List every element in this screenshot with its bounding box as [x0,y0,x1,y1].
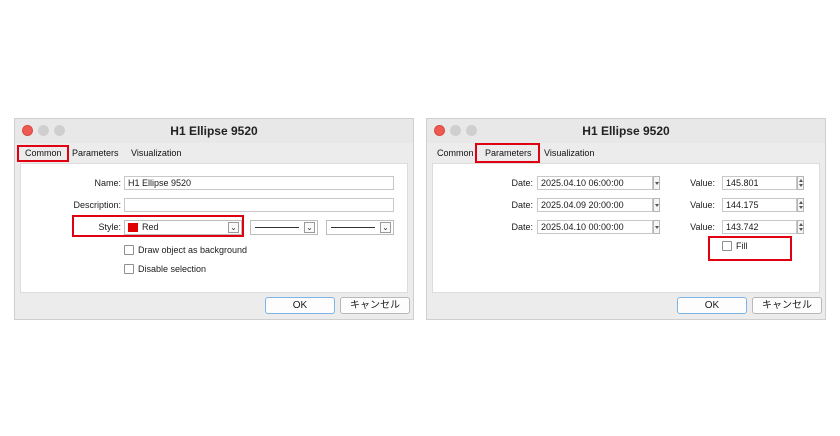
draw-background-label: Draw object as background [138,245,248,255]
common-dialog: H1 Ellipse 9520 Common Parameters Visual… [14,118,414,320]
fill-checkbox[interactable] [722,241,732,251]
date-dropdown-1[interactable] [653,176,660,190]
chevron-down-icon: ⌄ [304,222,315,233]
chevron-down-icon: ⌄ [228,222,239,233]
description-field[interactable] [124,198,394,212]
tab-common[interactable]: Common [437,148,474,158]
date-label: Date: [511,222,533,232]
date-dropdown-2[interactable] [653,198,660,212]
disable-selection-checkbox[interactable] [124,264,134,274]
description-label: Description: [73,200,121,210]
chevron-down-icon: ⌄ [380,222,391,233]
name-field[interactable]: H1 Ellipse 9520 [124,176,394,190]
dialog-title: H1 Ellipse 9520 [170,124,258,138]
value-stepper-2[interactable] [797,198,804,212]
parameters-dialog: H1 Ellipse 9520 Common Parameters Visual… [426,118,826,320]
fill-label: Fill [736,241,748,251]
value-field-1[interactable]: 145.801 [722,176,797,190]
tab-common[interactable]: Common [25,148,62,158]
line-style-select[interactable]: ⌄ [250,220,318,235]
date-field-2[interactable]: 2025.04.09 20:00:00 [537,198,653,212]
date-field-3[interactable]: 2025.04.10 00:00:00 [537,220,653,234]
tab-content-parameters: Date: 2025.04.10 06:00:00 Value: 145.801… [432,163,820,293]
style-label: Style: [98,222,121,232]
disable-selection-label: Disable selection [138,264,207,274]
name-label: Name: [94,178,121,188]
tab-parameters[interactable]: Parameters [72,148,119,158]
date-label: Date: [511,200,533,210]
ok-button[interactable]: OK [677,297,747,314]
tab-content-common: Name: H1 Ellipse 9520 Description: Style… [20,163,408,293]
line-style-sample [255,227,299,228]
value-label: Value: [690,222,715,232]
color-swatch [128,223,138,232]
value-stepper-1[interactable] [797,176,804,190]
line-width-select[interactable]: ⌄ [326,220,394,235]
date-label: Date: [511,178,533,188]
dialog-title: H1 Ellipse 9520 [582,124,670,138]
value-stepper-3[interactable] [797,220,804,234]
tab-visualization[interactable]: Visualization [131,148,181,158]
value-field-3[interactable]: 143.742 [722,220,797,234]
line-width-sample [331,227,375,228]
cancel-button[interactable]: キャンセル [340,297,410,314]
value-label: Value: [690,200,715,210]
tab-bar: Common Parameters Visualization [15,145,413,161]
cancel-button[interactable]: キャンセル [752,297,822,314]
title-bar: H1 Ellipse 9520 [427,119,825,143]
color-name: Red [142,222,159,232]
value-label: Value: [690,178,715,188]
draw-background-checkbox[interactable] [124,245,134,255]
value-field-2[interactable]: 144.175 [722,198,797,212]
color-select[interactable]: Red ⌄ [124,220,242,235]
tab-parameters[interactable]: Parameters [485,148,532,158]
tab-bar: Common Parameters Visualization [427,145,825,161]
date-dropdown-3[interactable] [653,220,660,234]
ok-button[interactable]: OK [265,297,335,314]
date-field-1[interactable]: 2025.04.10 06:00:00 [537,176,653,190]
tab-visualization[interactable]: Visualization [544,148,594,158]
title-bar: H1 Ellipse 9520 [15,119,413,143]
